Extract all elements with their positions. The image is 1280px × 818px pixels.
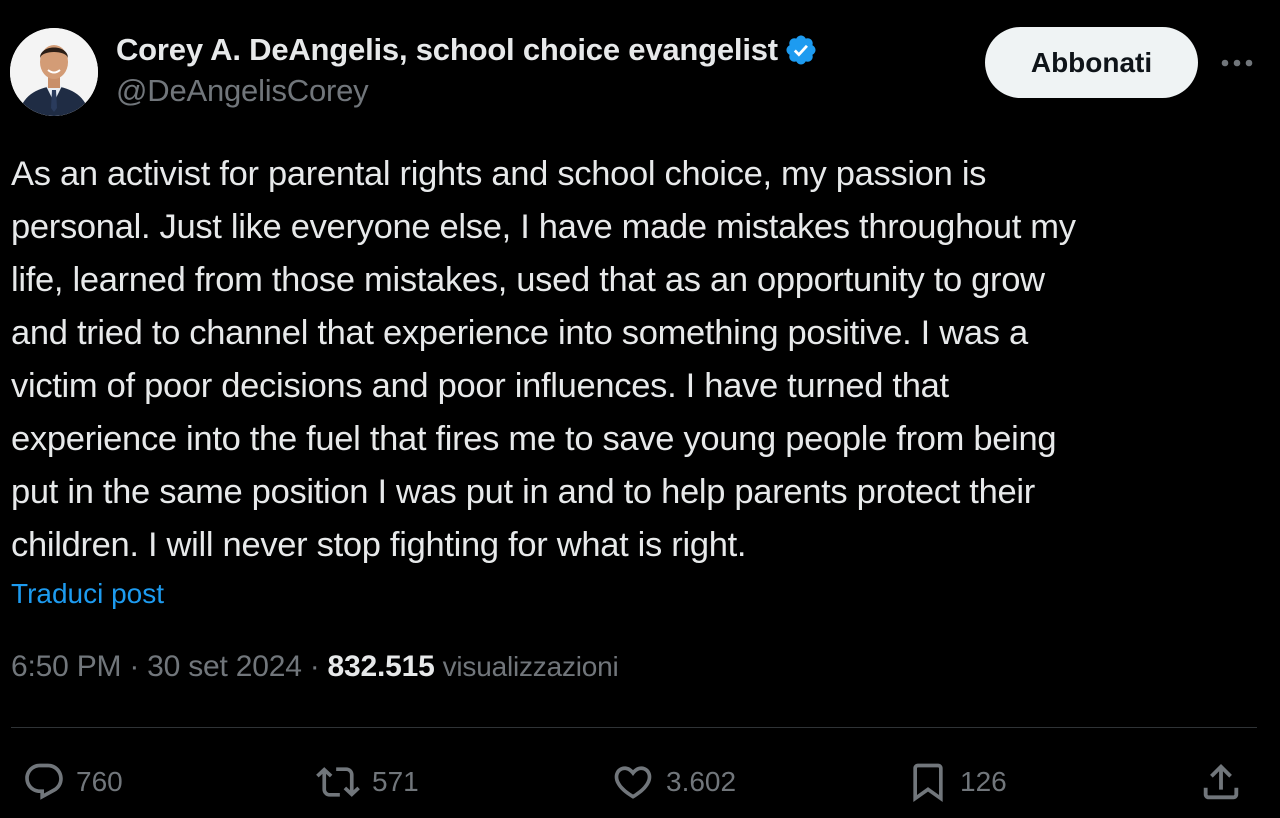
bookmark-icon <box>913 763 943 803</box>
reply-icon <box>25 763 63 800</box>
post-text-line: life, learned from those mistakes, used … <box>11 261 1045 299</box>
tweet-detail: Corey A. DeAngelis, school choice evange… <box>0 0 1280 818</box>
post-text-line: put in the same position I was put in an… <box>11 473 1035 511</box>
heart-icon <box>614 766 652 799</box>
more-horizontal-icon <box>1221 59 1253 67</box>
author-handle[interactable]: @DeAngelisCorey <box>116 73 818 109</box>
author-display-name[interactable]: Corey A. DeAngelis, school choice evange… <box>116 32 778 68</box>
repost-icon <box>316 767 360 797</box>
share-button[interactable] <box>1198 752 1244 812</box>
post-time[interactable]: 6:50 PM <box>11 650 122 684</box>
meta-separator: · <box>129 650 140 683</box>
profile-photo-icon <box>10 28 98 116</box>
like-button[interactable]: 3.602 <box>610 752 736 812</box>
post-text-line: experience into the fuel that fires me t… <box>11 420 1057 458</box>
subscribe-button[interactable]: Abbonati <box>985 27 1198 98</box>
bookmark-button[interactable]: 126 <box>906 752 1007 812</box>
repost-button[interactable]: 571 <box>314 752 419 812</box>
translate-post-link[interactable]: Traduci post <box>11 578 164 610</box>
bookmark-count: 126 <box>960 766 1007 797</box>
post-text-line: children. I will never stop fighting for… <box>11 526 747 564</box>
verified-badge-icon[interactable] <box>784 33 818 67</box>
post-meta: 6:50 PM · 30 set 2024 · 832.515 visualiz… <box>11 650 619 684</box>
post-text: As an activist for parental rights and s… <box>11 148 1251 572</box>
avatar[interactable] <box>10 28 98 116</box>
reply-count: 760 <box>76 766 123 797</box>
meta-separator: · <box>309 650 320 683</box>
divider <box>11 727 1257 728</box>
post-text-line: victim of poor decisions and poor influe… <box>11 367 949 405</box>
reply-button[interactable]: 760 <box>22 752 123 812</box>
post-date[interactable]: 30 set 2024 <box>147 650 302 684</box>
more-options-button[interactable] <box>1212 46 1262 80</box>
name-row: Corey A. DeAngelis, school choice evange… <box>116 30 818 70</box>
author-block: Corey A. DeAngelis, school choice evange… <box>116 30 818 109</box>
post-text-line: As an activist for parental rights and s… <box>11 155 987 193</box>
like-count: 3.602 <box>666 766 737 797</box>
action-bar: 760 571 3.602 126 <box>0 752 1280 812</box>
repost-count: 571 <box>372 766 419 797</box>
post-text-line: personal. Just like everyone else, I hav… <box>11 208 1076 246</box>
post-text-line: and tried to channel that experience int… <box>11 314 1028 352</box>
views-label[interactable]: visualizzazioni <box>443 651 619 683</box>
views-count[interactable]: 832.515 <box>328 650 435 684</box>
share-icon <box>1203 763 1239 800</box>
